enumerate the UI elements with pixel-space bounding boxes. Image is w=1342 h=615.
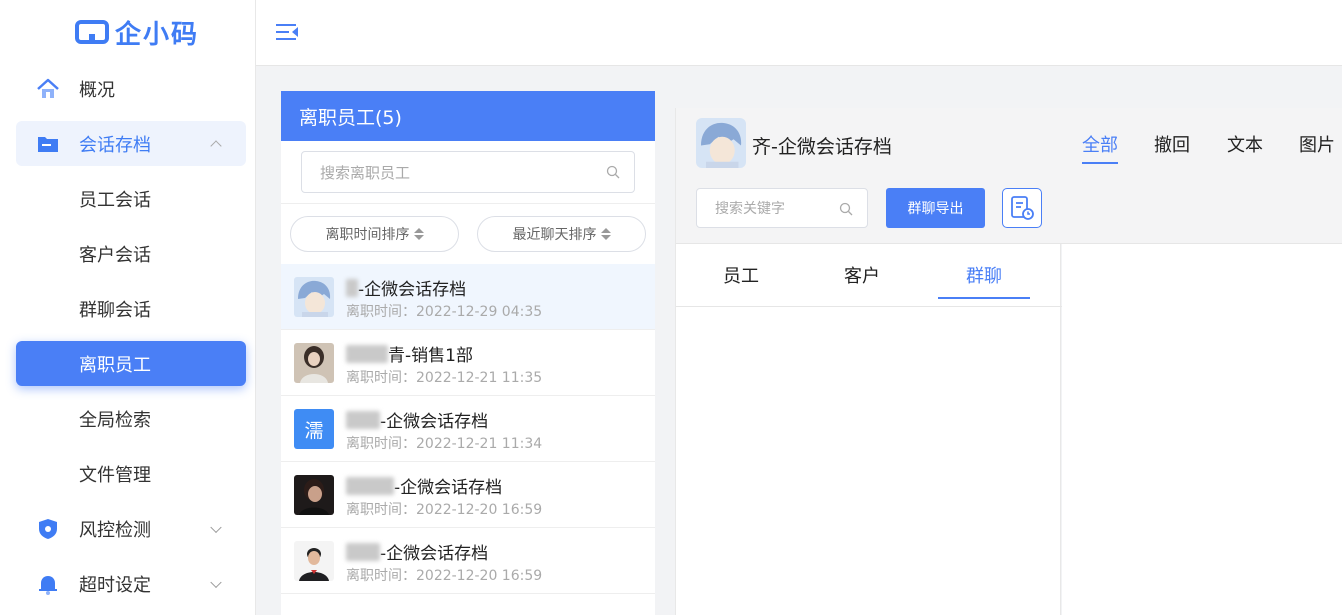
sidebar-item-label: 员工会话 xyxy=(79,189,151,211)
sidebar-item-label: 群聊会话 xyxy=(79,299,151,321)
anime-boy-avatar xyxy=(696,118,746,168)
search-icon xyxy=(606,165,620,179)
sort-icon xyxy=(600,228,611,240)
group-chat-export-button[interactable]: 群聊导出 xyxy=(886,188,985,228)
resign-time: 离职时间：2022-12-29 04:35 xyxy=(346,304,543,320)
chevron-down-icon xyxy=(210,576,222,588)
sidebar-item-label: 文件管理 xyxy=(79,464,151,486)
sidebar-nav: 概况 会话存档 员工会话 客户会话 群聊会话 离职员工 全局检索 文件管理 风控… xyxy=(16,66,246,615)
employee-name: 青-销售1部 xyxy=(346,341,473,366)
sort-icon xyxy=(413,228,424,240)
home-icon xyxy=(36,77,60,101)
chat-archive-panel: 齐-企微会话存档 搜索关键字 群聊导出 员工 客户 群聊 xyxy=(675,108,1062,615)
brand-name: 企小码 xyxy=(115,19,200,50)
tab-customer[interactable]: 客户 xyxy=(816,262,908,288)
sidebar-item-resigned-employees[interactable]: 离职员工 xyxy=(16,341,246,386)
shield-icon xyxy=(36,517,60,541)
sort-label: 最近聊天排序 xyxy=(512,227,597,243)
employee-name: -企微会话存档 xyxy=(346,407,488,432)
chevron-down-icon xyxy=(210,521,222,533)
employee-name: -企微会话存档 xyxy=(346,473,502,498)
sidebar-item-label: 概况 xyxy=(79,79,115,101)
tab-group-chat[interactable]: 群聊 xyxy=(938,262,1030,299)
message-filter-bar: 全部 撤回 文本 图片 xyxy=(1062,108,1342,244)
chat-type-tabs: 员工 客户 群聊 xyxy=(676,244,1062,307)
message-panel: 全部 撤回 文本 图片 xyxy=(1062,108,1342,615)
sidebar-item-timeout-settings[interactable]: 超时设定 xyxy=(16,561,246,606)
anime-boy-avatar xyxy=(294,277,334,317)
resign-time: 离职时间：2022-12-21 11:34 xyxy=(346,436,543,452)
sidebar-item-customer-chat[interactable]: 客户会话 xyxy=(16,231,246,276)
sidebar-item-file-management[interactable]: 文件管理 xyxy=(16,451,246,496)
resign-time: 离职时间：2022-12-20 16:59 xyxy=(346,568,543,584)
sidebar-item-group-chat[interactable]: 群聊会话 xyxy=(16,286,246,331)
tab-all[interactable]: 全部 xyxy=(1082,131,1118,164)
keyword-search-input[interactable]: 搜索关键字 xyxy=(696,188,868,228)
girl-photo-avatar xyxy=(294,343,334,383)
employee-name: -企微会话存档 xyxy=(346,275,466,300)
search-placeholder: 搜索离职员工 xyxy=(320,163,411,182)
list-item[interactable]: -企微会话存档 离职时间：2022-12-20 16:59 xyxy=(281,462,655,528)
divider xyxy=(281,203,655,204)
document-history-icon[interactable] xyxy=(1002,188,1042,228)
sort-label: 离职时间排序 xyxy=(325,227,410,243)
employee-search-input[interactable]: 搜索离职员工 xyxy=(301,151,635,193)
employee-list: -企微会话存档 离职时间：2022-12-29 04:35 青-销售1部 离职时… xyxy=(281,264,655,594)
resigned-employee-panel: 离职员工(5) 搜索离职员工 离职时间排序 最近聊天排序 -企微会话存档 离职时… xyxy=(281,91,655,615)
sort-by-resign-time-button[interactable]: 离职时间排序 xyxy=(290,216,459,252)
sidebar-item-employee-chat[interactable]: 员工会话 xyxy=(16,176,246,221)
text-avatar: 濡 xyxy=(294,409,334,449)
resign-time: 离职时间：2022-12-21 11:35 xyxy=(346,370,543,386)
chevron-up-icon xyxy=(210,139,222,152)
tab-recalled[interactable]: 撤回 xyxy=(1154,131,1190,157)
list-item[interactable]: 青-销售1部 离职时间：2022-12-21 11:35 xyxy=(281,330,655,396)
sidebar-item-overview[interactable]: 概况 xyxy=(16,66,246,111)
list-item[interactable]: 濡 -企微会话存档 离职时间：2022-12-21 11:34 xyxy=(281,396,655,462)
sidebar-item-label: 客户会话 xyxy=(79,244,151,266)
chat-header: 齐-企微会话存档 搜索关键字 群聊导出 xyxy=(676,108,1062,244)
sort-by-recent-chat-button[interactable]: 最近聊天排序 xyxy=(477,216,646,252)
panel-title: 离职员工(5) xyxy=(281,91,655,141)
sidebar-item-label: 超时设定 xyxy=(79,574,151,596)
collapse-menu-icon[interactable] xyxy=(276,24,298,42)
bell-icon xyxy=(36,572,60,596)
dark-photo-avatar xyxy=(294,475,334,515)
sidebar-item-global-search[interactable]: 全局检索 xyxy=(16,396,246,441)
tab-image[interactable]: 图片 xyxy=(1299,131,1335,157)
tab-text[interactable]: 文本 xyxy=(1227,131,1263,157)
sidebar-item-risk-control[interactable]: 风控检测 xyxy=(16,506,246,551)
sidebar-item-label: 离职员工 xyxy=(79,354,151,376)
employee-name: -企微会话存档 xyxy=(346,539,488,564)
sidebar-item-chat-archive[interactable]: 会话存档 xyxy=(16,121,246,166)
search-icon xyxy=(839,202,853,216)
sidebar-item-label: 风控检测 xyxy=(79,519,151,541)
chat-owner-name: 齐-企微会话存档 xyxy=(752,136,892,158)
logo-mark-icon xyxy=(75,20,109,44)
sidebar: 企小码 概况 会话存档 员工会话 客户会话 群聊会话 离职员工 全局检索 文件管… xyxy=(0,0,256,615)
suit-man-avatar xyxy=(294,541,334,581)
top-bar xyxy=(256,0,1342,66)
search-placeholder: 搜索关键字 xyxy=(715,201,785,217)
folder-icon xyxy=(36,132,60,156)
sidebar-item-label: 全局检索 xyxy=(79,409,151,431)
brand-logo: 企小码 xyxy=(75,14,199,50)
resign-time: 离职时间：2022-12-20 16:59 xyxy=(346,502,543,518)
tab-employee[interactable]: 员工 xyxy=(695,262,787,288)
list-item[interactable]: -企微会话存档 离职时间：2022-12-20 16:59 xyxy=(281,528,655,594)
sidebar-item-label: 会话存档 xyxy=(79,134,151,156)
list-item[interactable]: -企微会话存档 离职时间：2022-12-29 04:35 xyxy=(281,264,655,330)
